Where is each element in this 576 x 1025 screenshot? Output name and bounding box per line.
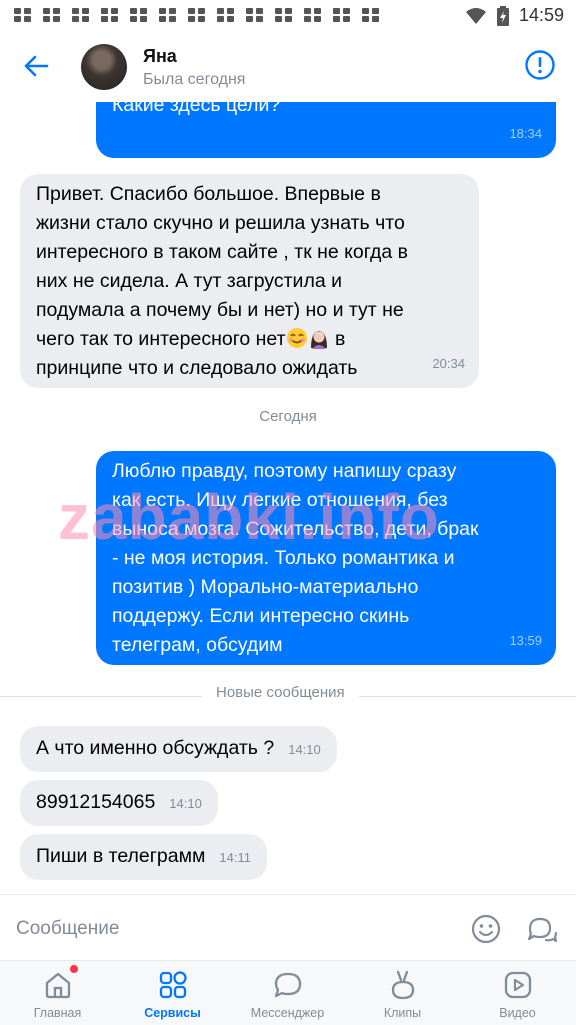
smiling-face-icon	[286, 328, 307, 348]
message-incoming[interactable]: А что именно обсуждать ? 14:10	[20, 726, 337, 772]
message-outgoing[interactable]: Добрый вечер. Хорошо выглядишь ) Какие з…	[96, 102, 556, 158]
message-time: 14:10	[288, 742, 321, 757]
contact-name[interactable]: Яна	[143, 46, 177, 67]
status-bar: 14:59	[0, 0, 576, 32]
home-icon	[45, 972, 71, 999]
arrow-left-icon[interactable]	[22, 52, 50, 80]
notification-icon	[275, 8, 295, 24]
message-text: Пиши в телеграмм	[36, 845, 206, 867]
message-text-part: Привет. Спасибо большое. Впервые в жизни…	[36, 183, 409, 350]
tab-services[interactable]: Сервисы	[115, 961, 230, 1025]
message-time: 14:11	[219, 850, 251, 865]
notification-icon	[333, 8, 353, 24]
message-time: 20:34	[432, 356, 465, 371]
tab-label: Видео	[499, 1006, 536, 1020]
notification-icon	[304, 8, 324, 24]
smile-icon[interactable]	[470, 913, 502, 945]
message-time: 13:59	[509, 633, 542, 648]
notification-icon	[43, 8, 63, 24]
composer	[0, 894, 576, 963]
notification-icons	[14, 8, 382, 24]
message-text: А что именно обсуждать ?	[36, 737, 275, 759]
message-bubble-icon	[274, 972, 302, 998]
wifi-icon	[465, 7, 486, 24]
message-input[interactable]	[0, 895, 458, 963]
tab-label: Главная	[33, 1006, 82, 1020]
tab-home[interactable]: Главная	[0, 961, 115, 1025]
message-text: Люблю правду, поэтому напишу сразу как е…	[112, 460, 479, 656]
message-list[interactable]: Добрый вечер. Хорошо выглядишь ) Какие з…	[0, 102, 576, 894]
notification-icon	[130, 8, 150, 24]
services-grid-icon	[159, 971, 187, 999]
tab-video[interactable]: Видео	[460, 961, 575, 1025]
message-outgoing[interactable]: Люблю правду, поэтому напишу сразу как е…	[96, 451, 556, 665]
clips-icon	[391, 970, 415, 1000]
new-messages-divider: Новые сообщения	[202, 684, 359, 701]
notification-badge	[70, 965, 78, 973]
notification-icon	[159, 8, 179, 24]
message-text: Добрый вечер. Хорошо выглядишь ) Какие з…	[112, 102, 281, 116]
message-time: 14:10	[169, 796, 202, 811]
chat-bubbles-icon[interactable]	[526, 913, 558, 945]
message-time: 18:34	[509, 126, 542, 141]
woman-facepalming-icon	[310, 331, 327, 349]
clock: 14:59	[518, 5, 564, 25]
chat-header: Яна Была сегодня	[0, 32, 576, 102]
message-text: Привет. Спасибо большое. Впервые в жизни…	[36, 180, 463, 383]
tab-label: Сервисы	[144, 1006, 201, 1020]
notification-icon	[101, 8, 121, 24]
tab-label: Клипы	[383, 1006, 422, 1020]
avatar[interactable]	[81, 44, 127, 90]
notification-icon	[14, 8, 34, 24]
exclamation-circle-icon[interactable]	[524, 49, 556, 81]
video-play-icon	[504, 971, 532, 999]
notification-icon	[217, 8, 237, 24]
bottom-navigation: Главная Сервисы Мессенджер Клипы Видео	[0, 960, 576, 1025]
notification-icon	[72, 8, 92, 24]
notification-icon	[362, 8, 382, 24]
battery-charging-icon	[496, 5, 509, 26]
date-divider: Сегодня	[259, 408, 317, 425]
message-incoming[interactable]: Пиши в телеграмм 14:11	[20, 834, 267, 880]
tab-clips[interactable]: Клипы	[345, 961, 460, 1025]
message-text: 89912154065	[36, 791, 156, 813]
tab-messenger[interactable]: Мессенджер	[230, 961, 345, 1025]
notification-icon	[188, 8, 208, 24]
message-incoming[interactable]: Привет. Спасибо большое. Впервые в жизни…	[20, 174, 479, 388]
notification-icon	[246, 8, 266, 24]
contact-status: Была сегодня	[143, 71, 246, 88]
tab-label: Мессенджер	[250, 1006, 325, 1020]
message-incoming[interactable]: 89912154065 14:10	[20, 780, 218, 826]
